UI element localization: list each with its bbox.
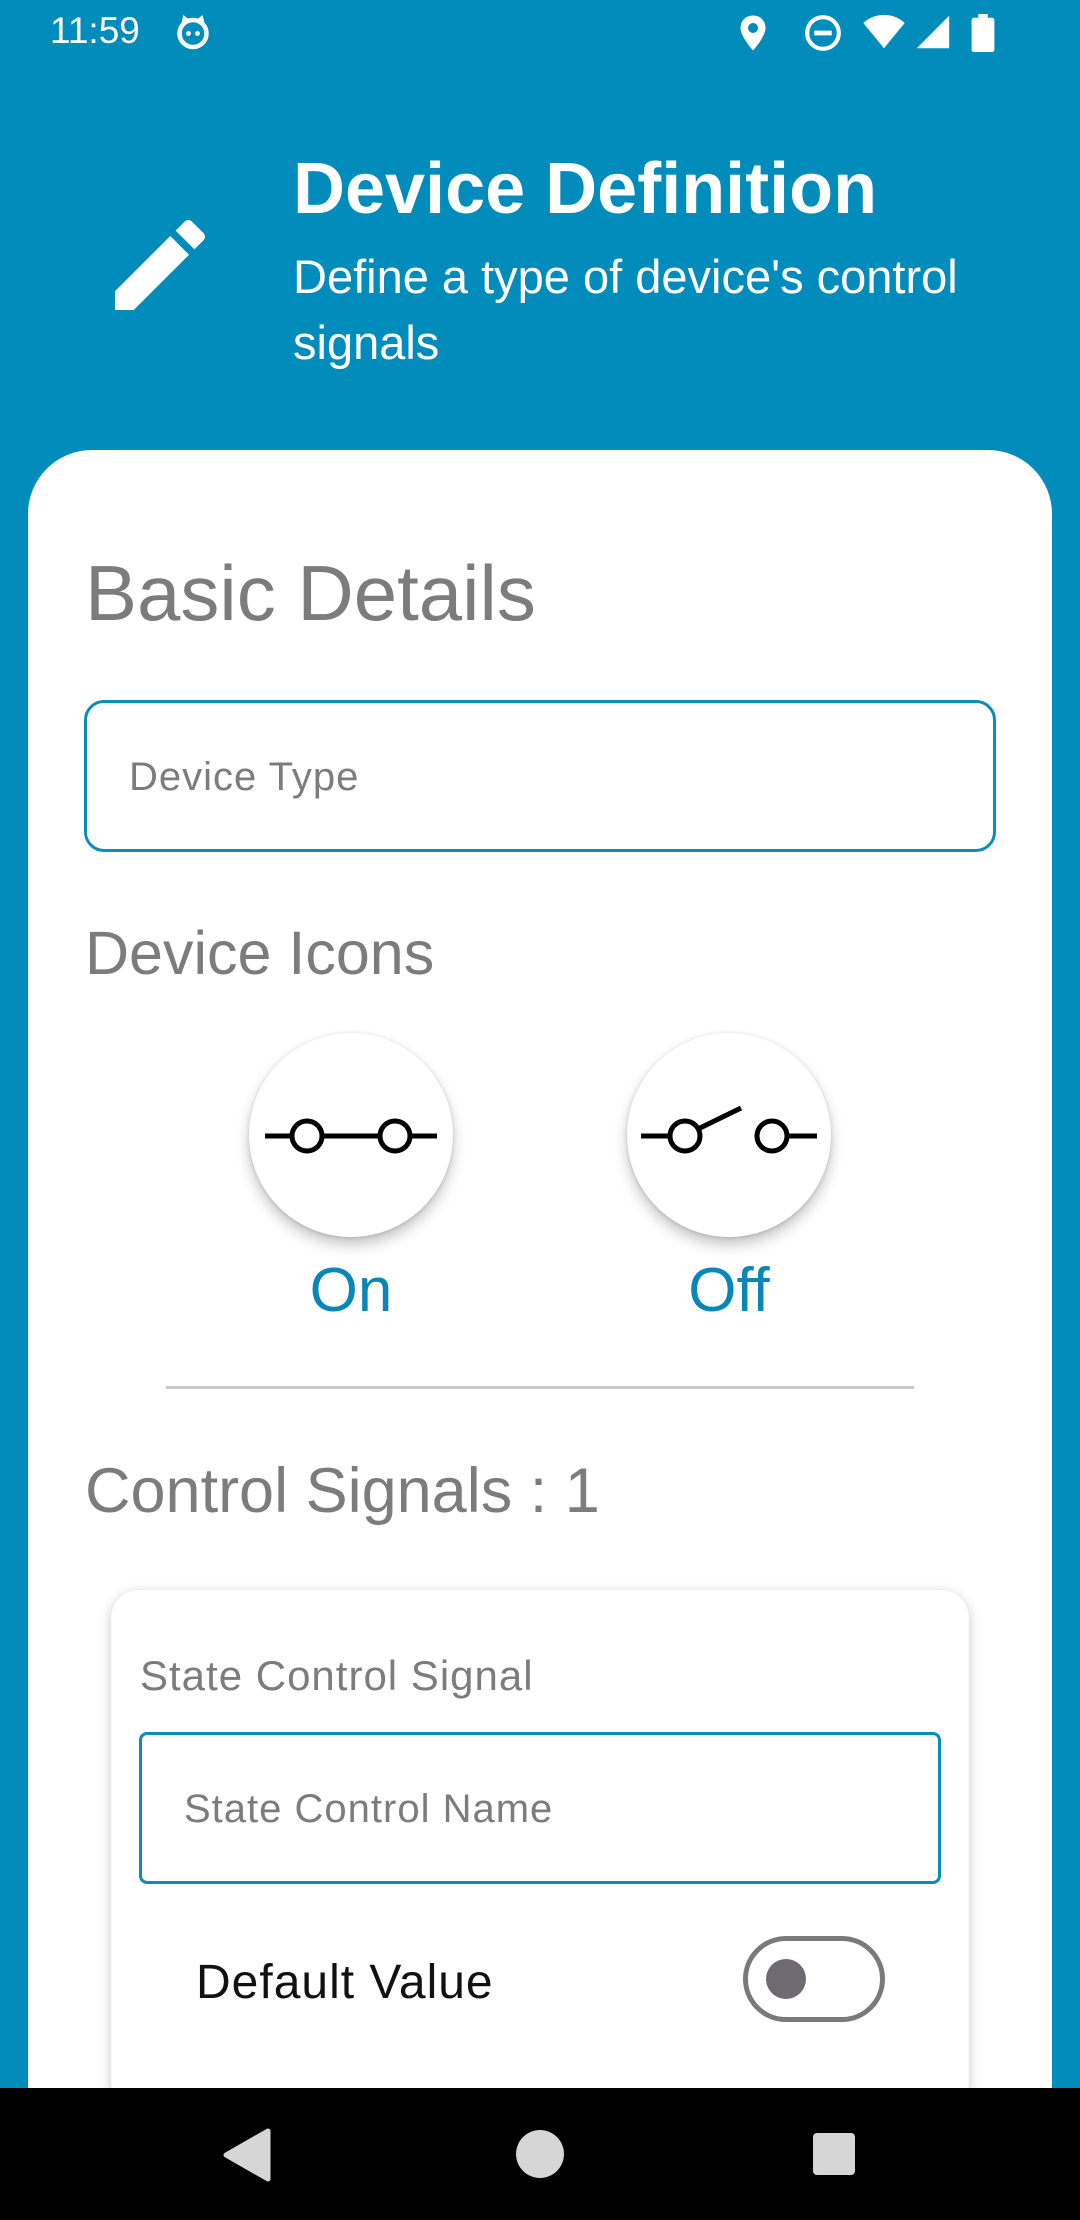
page-title: Device Definition: [293, 149, 878, 229]
cat-notification-icon: [177, 15, 209, 50]
on-icon-button[interactable]: [249, 1033, 453, 1237]
state-control-name-placeholder: State Control Name: [184, 1787, 554, 1831]
location-icon: [740, 15, 766, 51]
default-value-toggle[interactable]: [743, 1936, 885, 2022]
off-icon-button[interactable]: [627, 1033, 831, 1237]
on-icon-label: On: [309, 1256, 393, 1325]
basic-details-heading: Basic Details: [85, 549, 536, 637]
toggle-knob: [766, 1959, 806, 1999]
do-not-disturb-icon: [805, 15, 841, 51]
default-value-label: Default Value: [196, 1956, 494, 2009]
state-control-name-input[interactable]: State Control Name: [139, 1732, 941, 1884]
control-signals-heading: Control Signals : 1: [85, 1456, 600, 1526]
section-divider: [166, 1386, 914, 1389]
wifi-icon: [863, 14, 905, 49]
signal-type-label: State Control Signal: [140, 1652, 534, 1699]
device-icons-heading: Device Icons: [85, 919, 435, 987]
battery-icon: [971, 14, 995, 52]
status-bar: 11:59: [0, 0, 1080, 66]
status-time: 11:59: [50, 10, 140, 51]
switch-open-icon: [641, 1105, 817, 1154]
back-icon[interactable]: [222, 2128, 272, 2182]
cellular-signal-icon: [916, 15, 950, 49]
off-icon-label: Off: [688, 1256, 770, 1325]
page-subtitle: Define a type of device's control signal…: [293, 250, 958, 369]
switch-closed-icon: [265, 1118, 437, 1154]
device-type-placeholder: Device Type: [129, 755, 360, 799]
recents-icon[interactable]: [812, 2132, 856, 2176]
home-icon[interactable]: [515, 2129, 565, 2179]
device-type-input[interactable]: Device Type: [84, 700, 996, 852]
status-icons: [738, 14, 1038, 52]
navigation-bar: [0, 2088, 1080, 2220]
pencil-icon: [115, 219, 206, 310]
